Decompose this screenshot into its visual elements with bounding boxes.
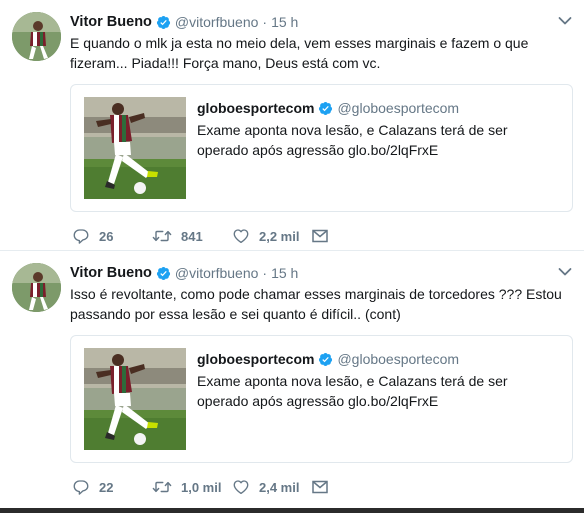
author-handle[interactable]: @vitorfbueno	[175, 14, 258, 30]
card-image	[84, 348, 186, 450]
tweet-header: Vitor Bueno @vitorfbueno · 15 h	[70, 12, 298, 32]
quoted-tweet-card[interactable]: globoesportecom @globoesportecom Exame a…	[70, 335, 573, 463]
heart-icon	[233, 480, 249, 495]
bottom-edge	[0, 508, 584, 513]
like-count: 2,2 mil	[259, 228, 300, 244]
direct-message-button[interactable]	[312, 480, 328, 494]
card-author-handle: @globoesportecom	[337, 351, 460, 367]
separator-dot: ·	[262, 265, 268, 281]
tweet[interactable]: Vitor Bueno @vitorfbueno · 15 h Isso é r…	[0, 250, 584, 500]
tweet-header: Vitor Bueno @vitorfbueno · 15 h	[70, 263, 298, 283]
avatar[interactable]	[12, 12, 61, 61]
retweet-icon	[152, 230, 172, 242]
reply-count: 26	[99, 228, 114, 244]
timestamp[interactable]: 15 h	[271, 14, 298, 30]
author-name[interactable]: Vitor Bueno	[70, 265, 152, 281]
reply-icon	[73, 229, 89, 244]
tweet-actions: 22 1,0 mil 2,4 mil	[72, 477, 328, 497]
verified-badge-icon	[156, 15, 170, 29]
envelope-icon	[312, 480, 328, 494]
verified-badge-icon	[319, 352, 333, 366]
author-name[interactable]: Vitor Bueno	[70, 14, 152, 30]
card-text: Exame aponta nova lesão, e Calazans terá…	[197, 373, 508, 409]
reply-button[interactable]: 22	[72, 478, 152, 496]
chevron-down-icon[interactable]	[558, 16, 572, 26]
reply-button[interactable]: 26	[72, 227, 152, 245]
card-author-handle: @globoesportecom	[337, 100, 460, 116]
card-text: Exame aponta nova lesão, e Calazans terá…	[197, 122, 508, 158]
quoted-tweet-card[interactable]: globoesportecom @globoesportecom Exame a…	[70, 84, 573, 212]
verified-badge-icon	[156, 266, 170, 280]
separator-dot: ·	[262, 14, 268, 30]
tweet-actions: 26 841 2,2 mil	[72, 226, 328, 246]
avatar[interactable]	[12, 263, 61, 312]
card-author-name: globoesportecom	[197, 100, 315, 116]
tweet[interactable]: Vitor Bueno @vitorfbueno · 15 h E quando…	[0, 0, 584, 250]
heart-icon	[233, 229, 249, 244]
chevron-down-icon[interactable]	[558, 267, 572, 277]
envelope-icon	[312, 229, 328, 243]
verified-badge-icon	[319, 101, 333, 115]
retweet-button[interactable]: 841	[152, 227, 232, 245]
timestamp[interactable]: 15 h	[271, 265, 298, 281]
tweet-text: Isso é revoltante, como pode chamar esse…	[70, 286, 562, 322]
like-button[interactable]: 2,4 mil	[232, 478, 312, 496]
reply-count: 22	[99, 479, 114, 495]
retweet-count: 1,0 mil	[181, 479, 222, 495]
retweet-button[interactable]: 1,0 mil	[152, 478, 232, 496]
direct-message-button[interactable]	[312, 229, 328, 243]
tweet-text: E quando o mlk ja esta no meio dela, vem…	[70, 35, 529, 71]
reply-icon	[73, 480, 89, 495]
like-count: 2,4 mil	[259, 479, 300, 495]
retweet-count: 841	[181, 228, 203, 244]
like-button[interactable]: 2,2 mil	[232, 227, 312, 245]
retweet-icon	[152, 481, 172, 493]
card-author-name: globoesportecom	[197, 351, 315, 367]
author-handle[interactable]: @vitorfbueno	[175, 265, 258, 281]
card-image	[84, 97, 186, 199]
